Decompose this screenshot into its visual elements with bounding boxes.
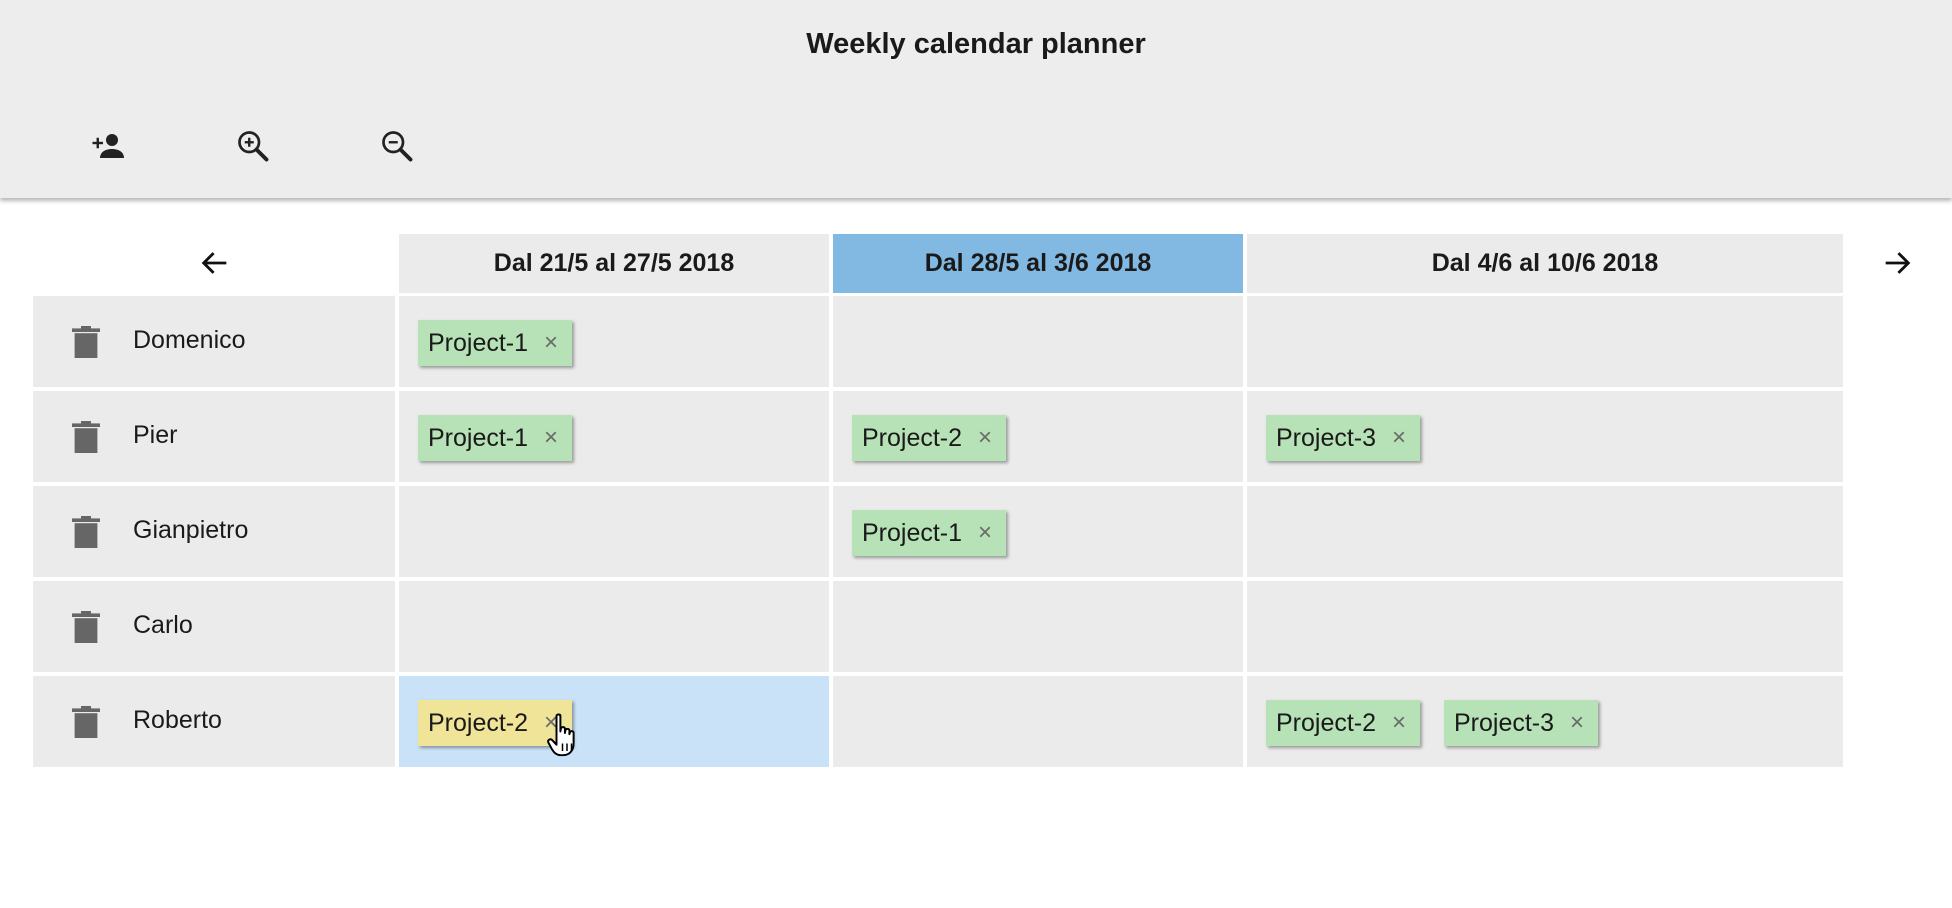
table-row: Domenico Project-1 ×	[33, 296, 1843, 387]
person-name: Pier	[133, 421, 178, 449]
schedule-cell[interactable]: Project-1 ×	[833, 486, 1243, 577]
schedule-cell[interactable]: Project-2 × Project-3 ×	[1247, 676, 1843, 767]
table-row: Carlo	[33, 581, 1843, 672]
week-label: Dal 4/6 al 10/6 2018	[1431, 249, 1659, 277]
person-cell: Pier	[33, 391, 395, 482]
remove-project-button[interactable]: ×	[1392, 426, 1406, 450]
project-label: Project-2	[428, 708, 529, 737]
schedule-cell[interactable]	[1247, 581, 1843, 672]
remove-project-button[interactable]: ×	[978, 521, 992, 545]
schedule-cell[interactable]	[833, 676, 1243, 767]
next-week-button[interactable]	[1875, 241, 1919, 285]
week-label: Dal 21/5 al 27/5 2018	[493, 249, 735, 277]
add-person-icon	[92, 134, 124, 158]
remove-project-button[interactable]: ×	[544, 331, 558, 355]
remove-project-button[interactable]: ×	[1570, 711, 1584, 735]
schedule-cell[interactable]	[399, 486, 829, 577]
schedule-cell[interactable]: Project-1 ×	[399, 391, 829, 482]
remove-project-button[interactable]: ×	[978, 426, 992, 450]
delete-person-button[interactable]	[71, 611, 101, 643]
schedule-cell[interactable]: Project-2 ×	[833, 391, 1243, 482]
person-name: Carlo	[133, 611, 193, 639]
project-chip[interactable]: Project-3 ×	[1266, 415, 1421, 461]
trash-icon	[72, 611, 100, 643]
week-label: Dal 28/5 al 3/6 2018	[924, 249, 1152, 277]
schedule-cell[interactable]	[399, 581, 829, 672]
delete-person-button[interactable]	[71, 706, 101, 738]
person-cell: Gianpietro	[33, 486, 395, 577]
arrow-left-icon	[201, 252, 227, 274]
schedule-cell[interactable]	[833, 296, 1243, 387]
delete-person-button[interactable]	[71, 326, 101, 358]
project-chip[interactable]: Project-1 ×	[852, 510, 1007, 556]
project-chip[interactable]: Project-2 ×	[852, 415, 1007, 461]
schedule-cell[interactable]	[833, 581, 1243, 672]
person-name: Roberto	[133, 706, 222, 734]
schedule-cell[interactable]: Project-3 ×	[1247, 391, 1843, 482]
project-label: Project-1	[862, 518, 963, 547]
schedule-cell[interactable]: Project-1 ×	[399, 296, 829, 387]
person-name: Gianpietro	[133, 516, 249, 544]
delete-person-button[interactable]	[71, 516, 101, 548]
schedule-cell-selected[interactable]: Project-2 ×	[399, 676, 829, 767]
delete-person-button[interactable]	[71, 421, 101, 453]
trash-icon	[72, 326, 100, 358]
trash-icon	[72, 421, 100, 453]
week-header-3: Dal 4/6 al 10/6 2018	[1247, 234, 1843, 293]
project-label: Project-1	[428, 423, 529, 452]
project-chip[interactable]: Project-2 ×	[1266, 700, 1421, 746]
person-cell: Carlo	[33, 581, 395, 672]
add-person-button[interactable]	[87, 124, 131, 168]
table-row: Pier Project-1 × Project-2 × Project-3 ×	[33, 391, 1843, 482]
person-cell: Domenico	[33, 296, 395, 387]
project-chip[interactable]: Project-1 ×	[418, 415, 573, 461]
remove-project-button[interactable]: ×	[544, 426, 558, 450]
trash-icon	[72, 516, 100, 548]
arrow-right-icon	[1885, 252, 1911, 274]
previous-week-button[interactable]	[193, 241, 237, 285]
app-header: Weekly calendar planner	[0, 0, 1952, 198]
hand-cursor-icon	[547, 713, 575, 757]
trash-icon	[72, 706, 100, 738]
table-row: Roberto Project-2 × Project-2 × Project-…	[33, 676, 1843, 767]
remove-project-button[interactable]: ×	[1392, 711, 1406, 735]
person-cell: Roberto	[33, 676, 395, 767]
project-chip[interactable]: Project-3 ×	[1444, 700, 1599, 746]
week-header-2-current: Dal 28/5 al 3/6 2018	[833, 234, 1243, 293]
project-chip[interactable]: Project-1 ×	[418, 320, 573, 366]
project-label: Project-2	[862, 423, 963, 452]
project-label: Project-2	[1276, 708, 1377, 737]
page-title: Weekly calendar planner	[806, 28, 1146, 60]
zoom-in-icon	[238, 131, 269, 162]
project-label: Project-1	[428, 328, 529, 357]
zoom-out-button[interactable]	[375, 124, 419, 168]
schedule-cell[interactable]	[1247, 296, 1843, 387]
project-label: Project-3	[1454, 708, 1555, 737]
project-label: Project-3	[1276, 423, 1377, 452]
schedule-cell[interactable]	[1247, 486, 1843, 577]
zoom-in-button[interactable]	[231, 124, 275, 168]
week-header-1: Dal 21/5 al 27/5 2018	[399, 234, 829, 293]
weekly-planner-grid: Dal 21/5 al 27/5 2018 Dal 28/5 al 3/6 20…	[33, 232, 1952, 772]
table-row: Gianpietro Project-1 ×	[33, 486, 1843, 577]
zoom-out-icon	[382, 131, 413, 162]
person-name: Domenico	[133, 326, 246, 354]
